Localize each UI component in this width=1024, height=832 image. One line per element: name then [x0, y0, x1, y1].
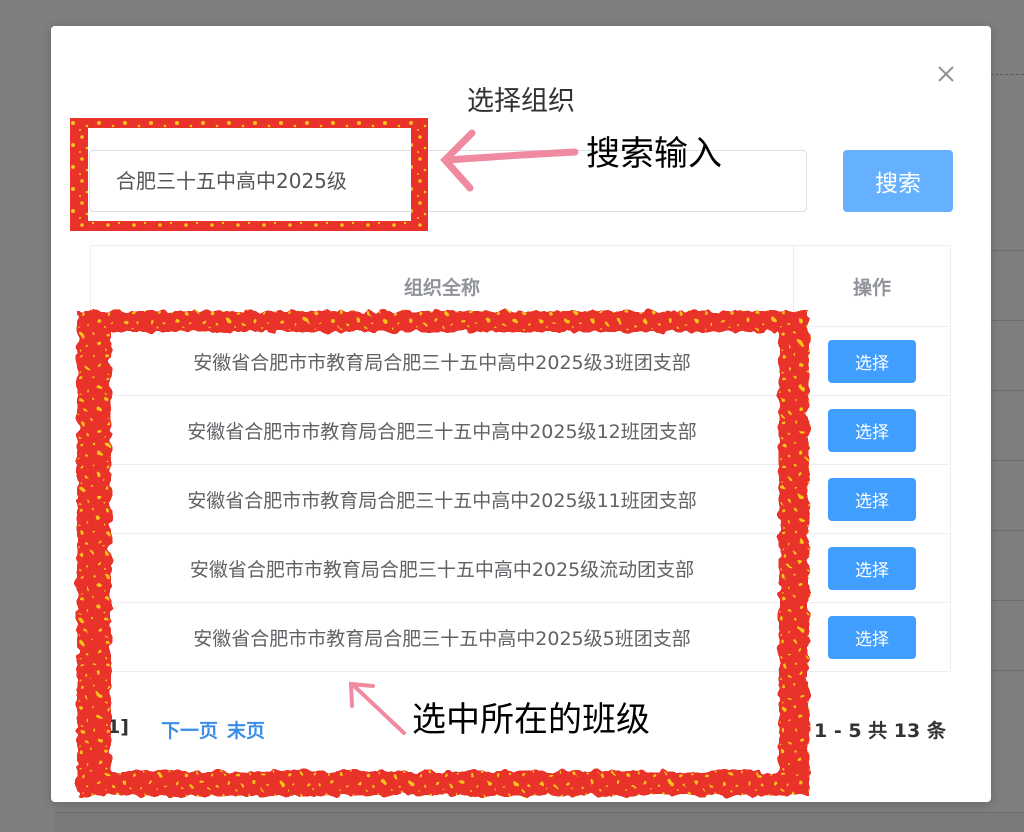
dialog-title: 选择组织 [467, 86, 575, 117]
select-annotation-label: 选中所在的班级 [412, 700, 650, 740]
table-header: 组织全称 操作 [91, 246, 950, 327]
background-divider [990, 670, 1024, 671]
select-button[interactable]: 选择 [828, 615, 916, 659]
table-row: 安徽省合肥市市教育局合肥三十五中高中2025级3班团支部 选择 [91, 327, 950, 396]
select-button[interactable]: 选择 [828, 408, 916, 452]
table-row: 安徽省合肥市市教育局合肥三十五中高中2025级流动团支部 选择 [91, 534, 950, 603]
background-dashed-line [990, 74, 1024, 75]
search-annotation-label: 搜索输入 [586, 134, 722, 174]
select-organization-dialog: 选择组织 合肥三十五中高中2025级 搜索 组织全称 操作 安徽省合肥市市教育局… [51, 26, 991, 802]
table-row: 安徽省合肥市市教育局合肥三十五中高中2025级5班团支部 选择 [91, 603, 950, 672]
organization-name: 安徽省合肥市市教育局合肥三十五中高中2025级流动团支部 [91, 534, 794, 602]
background-divider [990, 320, 1024, 321]
organization-name: 安徽省合肥市市教育局合肥三十五中高中2025级11班团支部 [91, 465, 794, 533]
select-button[interactable]: 选择 [828, 546, 916, 590]
background-divider [990, 600, 1024, 601]
header-action: 操作 [852, 276, 891, 299]
organization-name: 安徽省合肥市市教育局合肥三十五中高中2025级12班团支部 [91, 396, 794, 464]
pagination-summary: 1 - 5 共 13 条 [814, 720, 946, 742]
search-button[interactable]: 搜索 [843, 150, 953, 212]
select-button[interactable]: 选择 [828, 339, 916, 383]
background-divider [990, 460, 1024, 461]
header-full-name: 组织全称 [91, 246, 794, 326]
pagination-page-fragment: 1] [107, 716, 129, 738]
last-page-link[interactable]: 末页 [227, 716, 265, 743]
next-page-link[interactable]: 下一页 [161, 716, 218, 743]
organization-name: 安徽省合肥市市教育局合肥三十五中高中2025级3班团支部 [91, 327, 794, 395]
background-divider [990, 250, 1024, 251]
background-divider [990, 530, 1024, 531]
background-divider [990, 390, 1024, 391]
close-icon[interactable] [934, 62, 958, 86]
organization-name: 安徽省合肥市市教育局合肥三十五中高中2025级5班团支部 [91, 603, 794, 671]
table-row: 安徽省合肥市市教育局合肥三十五中高中2025级11班团支部 选择 [91, 465, 950, 534]
select-button[interactable]: 选择 [828, 477, 916, 521]
table-row: 安徽省合肥市市教育局合肥三十五中高中2025级12班团支部 选择 [91, 396, 950, 465]
background-page-footer [55, 812, 1024, 832]
organization-table: 组织全称 操作 安徽省合肥市市教育局合肥三十五中高中2025级3班团支部 选择 … [90, 245, 951, 672]
